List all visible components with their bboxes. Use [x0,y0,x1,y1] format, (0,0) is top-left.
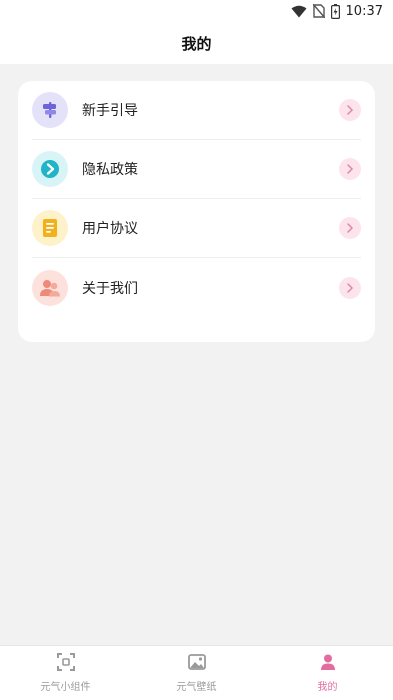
chevron-right-icon [339,158,361,180]
tab-label: 我的 [317,682,338,693]
header: 我的 [0,22,393,64]
menu-card: 新手引导 隐私政策 用户协议 关于我们 [18,81,375,342]
chevron-right-icon [339,276,361,299]
menu-item-privacy[interactable]: 隐私政策 [32,140,361,199]
chevron-right-icon [339,99,361,121]
users-icon [32,269,68,306]
bottom-tab-bar: 元气小组件 元气壁纸 我的 [0,645,393,700]
menu-item-label: 新手引导 [82,103,138,119]
chevron-right-icon [339,217,361,239]
battery-icon [330,3,340,19]
no-sim-icon [312,4,325,18]
tab-mine[interactable]: 我的 [262,646,393,700]
status-bar: 10:37 [0,0,393,22]
tab-label: 元气小组件 [40,682,91,693]
wifi-icon [291,5,307,18]
menu-item-guide[interactable]: 新手引导 [32,81,361,140]
status-time: 10:37 [345,3,383,19]
person-icon [319,653,337,675]
menu-item-label: 关于我们 [82,280,138,297]
document-icon [32,210,68,246]
tab-wallpaper[interactable]: 元气壁纸 [131,646,262,700]
menu-item-label: 用户协议 [82,221,138,237]
page-title: 我的 [181,34,212,53]
signpost-icon [32,92,68,128]
menu-item-agreement[interactable]: 用户协议 [32,199,361,258]
widget-icon [56,653,75,675]
image-icon [187,653,206,675]
privacy-icon [32,151,68,187]
menu-item-label: 隐私政策 [82,162,138,178]
tab-widgets[interactable]: 元气小组件 [0,646,131,700]
menu-item-about[interactable]: 关于我们 [32,258,361,317]
tab-label: 元气壁纸 [176,682,217,693]
